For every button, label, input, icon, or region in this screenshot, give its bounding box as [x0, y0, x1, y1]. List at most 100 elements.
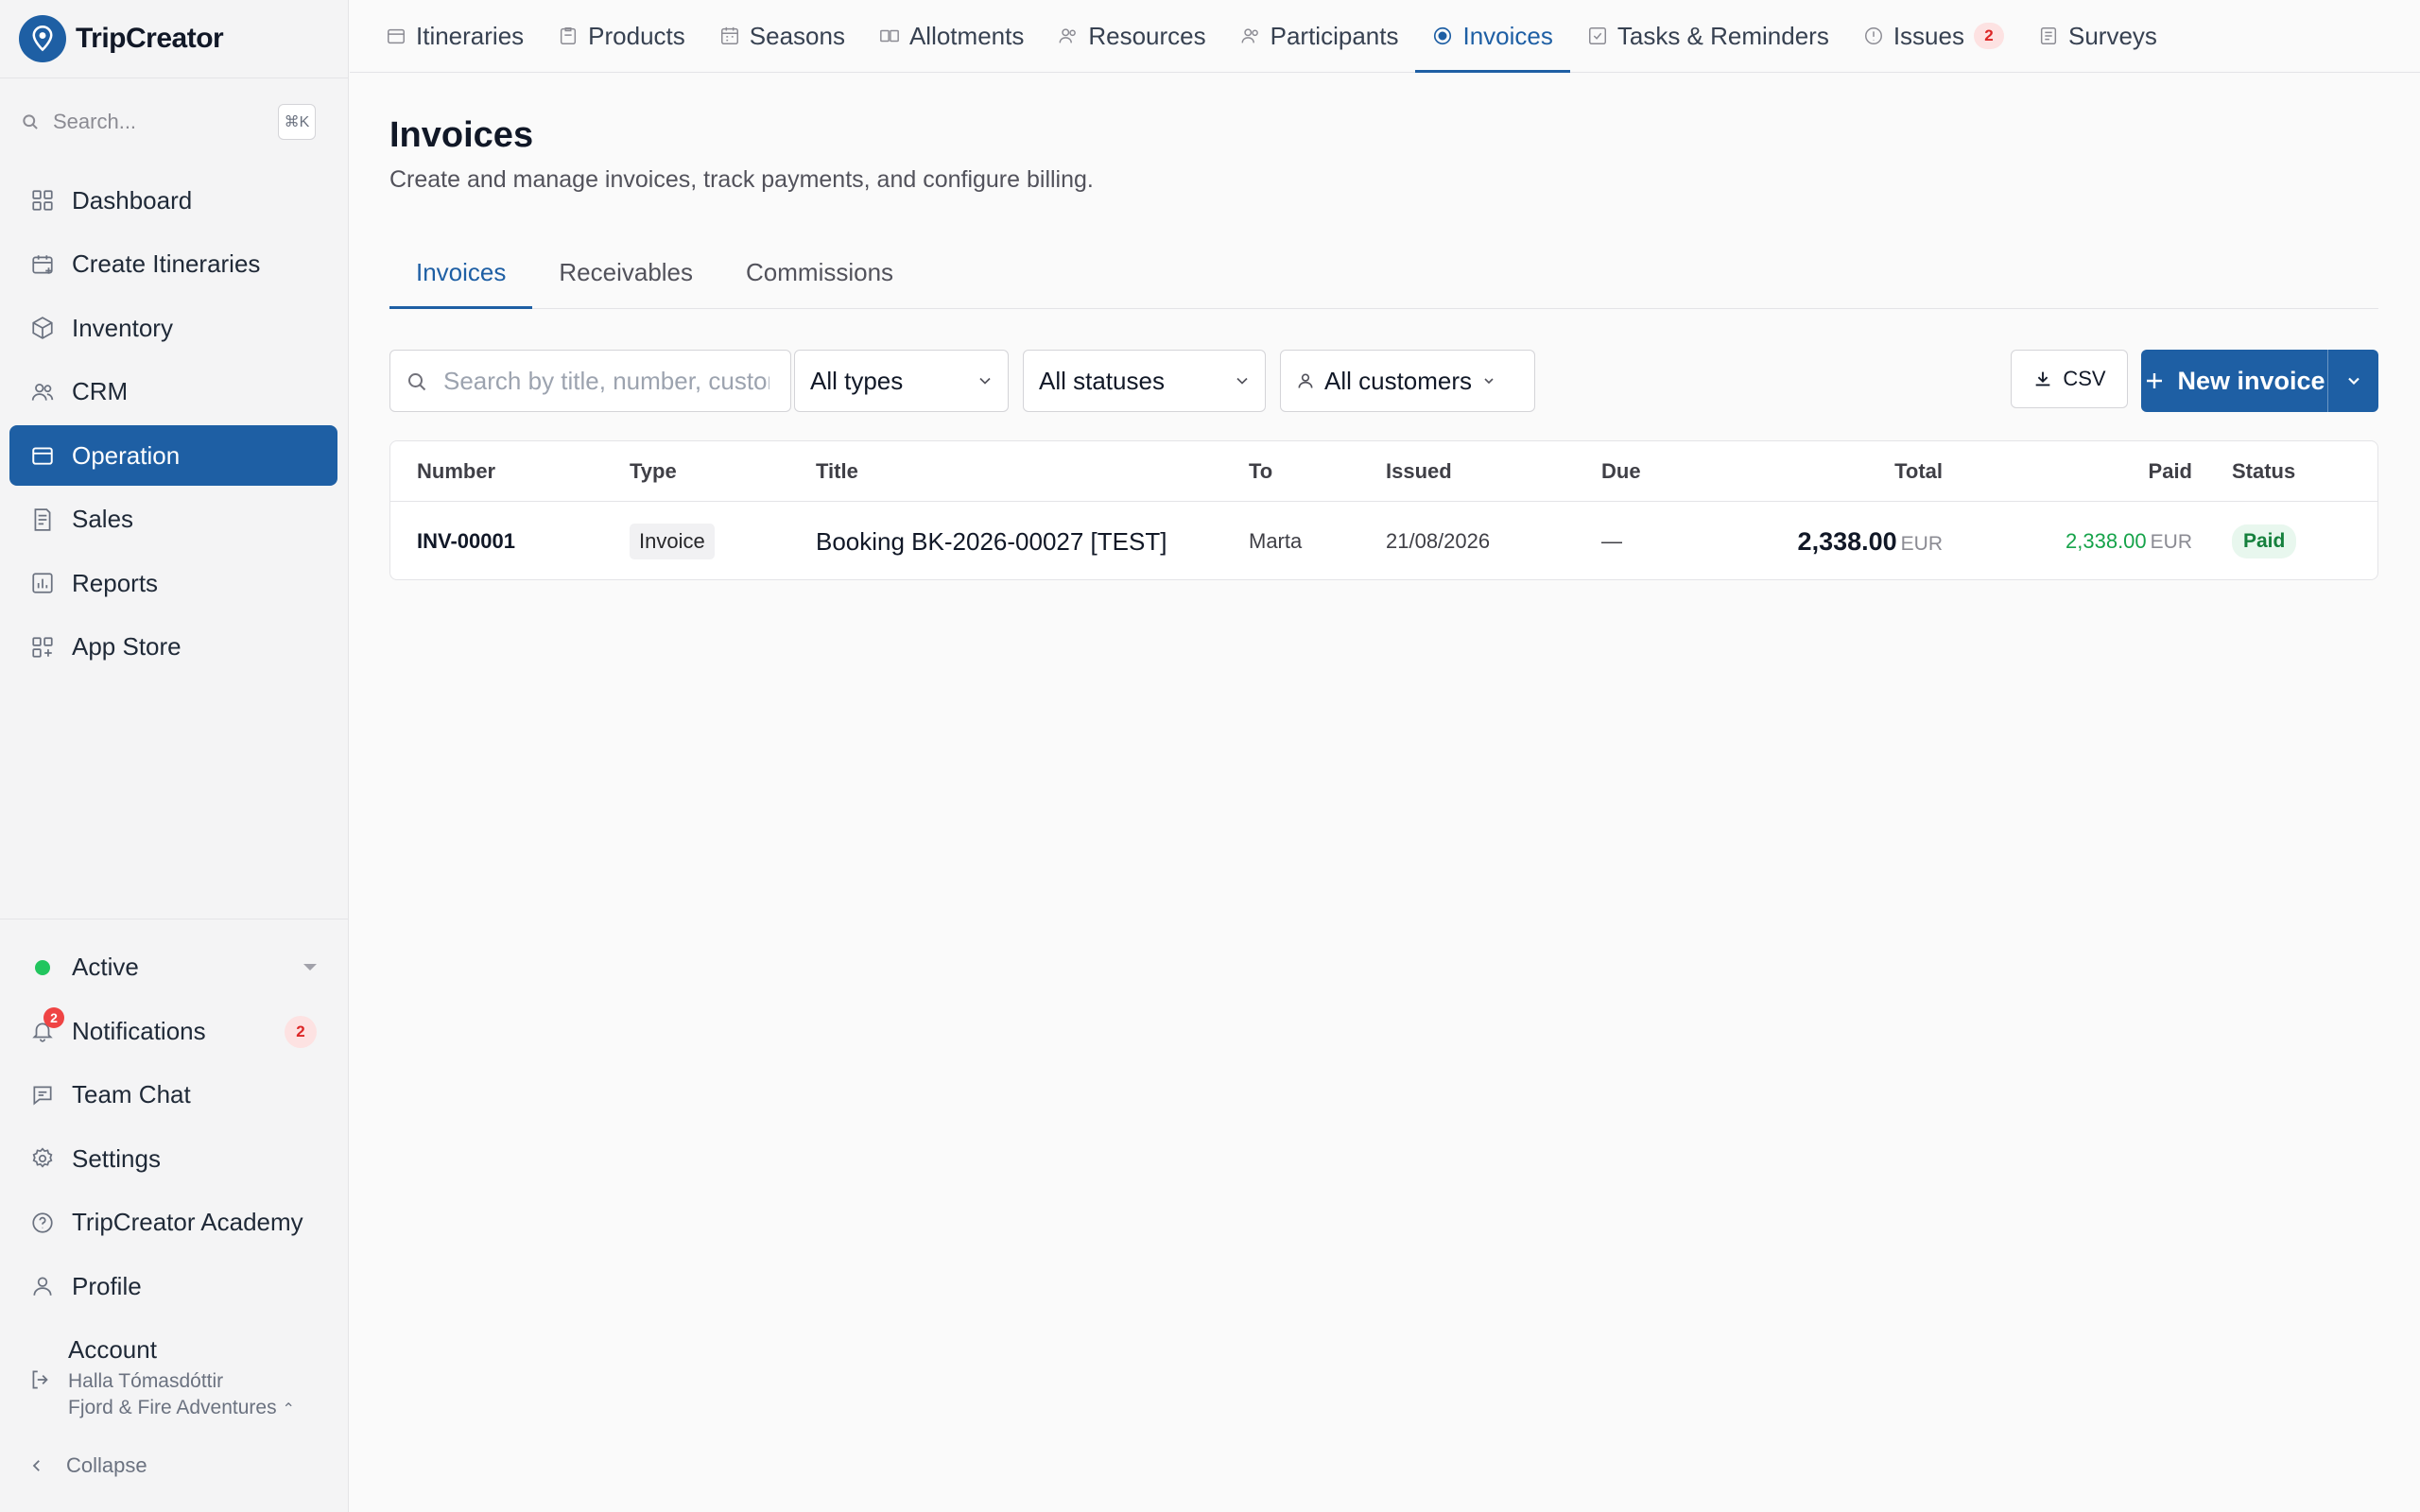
tab-itineraries[interactable]: Itineraries: [369, 0, 541, 72]
sidebar-item-reports[interactable]: Reports: [9, 553, 337, 613]
customer-filter-select[interactable]: All customers: [1280, 350, 1535, 412]
account-menu[interactable]: Account Halla Tómasdóttir Fjord & Fire A…: [28, 1335, 321, 1423]
tab-issues[interactable]: Issues 2: [1846, 0, 2021, 72]
export-csv-button[interactable]: CSV: [2011, 350, 2128, 408]
issues-count-badge: 2: [1973, 23, 2004, 49]
calendar-grid-icon: [720, 26, 738, 44]
subtab-invoices[interactable]: Invoices: [389, 236, 533, 309]
invoice-title: Booking BK-2026-00027 [TEST]: [816, 526, 1167, 556]
sidebar-item-sales[interactable]: Sales: [9, 490, 337, 550]
tab-label: Seasons: [749, 21, 845, 50]
location-pin-logo-icon: [19, 15, 66, 62]
tab-products[interactable]: Products: [541, 0, 702, 72]
sidebar-item-label: Create Itineraries: [72, 249, 261, 278]
user-icon: [28, 1272, 57, 1300]
invoice-number[interactable]: INV-00001: [417, 502, 515, 581]
people-icon: [1059, 28, 1077, 43]
sidebar-item-label: Operation: [72, 440, 181, 470]
table-row[interactable]: INV-00001 Invoice Booking BK-2026-00027 …: [390, 502, 2377, 581]
sidebar-item-profile[interactable]: Profile: [9, 1255, 337, 1319]
column-header[interactable]: Status: [2232, 441, 2295, 502]
invoice-search-field[interactable]: [389, 350, 791, 412]
currency-code: EUR: [1900, 532, 1943, 555]
invoice-toolbar: All types All statuses All customers CSV…: [389, 350, 2378, 412]
sidebar-item-settings[interactable]: Settings: [9, 1127, 337, 1192]
sidebar-item-label: TripCreator Academy: [72, 1208, 303, 1237]
subtab-commissions[interactable]: Commissions: [719, 236, 920, 308]
bar-chart-icon: [28, 569, 57, 597]
sidebar-item-label: Sales: [72, 505, 134, 533]
brand-logo[interactable]: TripCreator: [19, 15, 224, 62]
allotment-icon: [880, 29, 899, 43]
sidebar-item-notifications[interactable]: 2 Notifications 2: [9, 1000, 337, 1064]
account-company: Fjord & Fire Adventures: [68, 1397, 277, 1418]
new-invoice-label: New invoice: [2177, 366, 2325, 395]
tab-allotments[interactable]: Allotments: [862, 0, 1041, 72]
sidebar-item-label: App Store: [72, 632, 182, 661]
sidebar-item-label: Team Chat: [72, 1080, 191, 1109]
page-subtitle: Create and manage invoices, track paymen…: [389, 166, 1094, 193]
tab-seasons[interactable]: Seasons: [702, 0, 862, 72]
column-header[interactable]: Total: [1894, 441, 1943, 502]
tab-invoices[interactable]: Invoices: [1415, 0, 1571, 73]
sidebar-item-dashboard[interactable]: Dashboard: [9, 170, 337, 231]
invoice-total: 2,338.00: [1797, 526, 1897, 556]
sidebar-search[interactable]: Search... ⌘K: [21, 102, 316, 142]
caret-down-icon: [303, 964, 317, 971]
logout-icon: [28, 1367, 53, 1423]
calendar-plus-icon: [28, 250, 57, 279]
column-header[interactable]: Due: [1601, 441, 1641, 502]
column-header[interactable]: Number: [417, 441, 495, 502]
status-filter-select[interactable]: All statuses: [1023, 350, 1266, 412]
type-filter-select[interactable]: All types: [794, 350, 1009, 412]
sidebar-item-operation[interactable]: Operation: [9, 425, 337, 486]
column-header[interactable]: Title: [816, 441, 858, 502]
sidebar-bottom-nav: Active 2 Notifications 2 Team Chat Setti…: [9, 936, 337, 1318]
notification-dot-badge: 2: [43, 1007, 64, 1029]
account-company-wrap: Fjord & Fire Adventures ⌃: [68, 1395, 295, 1423]
chevron-down-icon: [1236, 377, 1248, 385]
tab-label: Surveys: [2067, 21, 2157, 50]
invoice-status-cell: Paid: [2232, 502, 2297, 581]
new-invoice-button-group: New invoice: [2141, 350, 2378, 412]
tab-label: Allotments: [908, 21, 1025, 50]
chevron-down-icon: [979, 377, 991, 385]
invoice-due-date: —: [1601, 529, 1622, 553]
people-icon: [1241, 28, 1258, 43]
invoice-type-cell: Invoice: [630, 502, 715, 581]
sidebar-item-app-store[interactable]: App Store: [9, 617, 337, 678]
new-invoice-button[interactable]: New invoice: [2141, 350, 2327, 412]
receipt-icon: [28, 506, 57, 534]
checkbox-icon: [1588, 27, 1606, 44]
status-dot-icon: [28, 954, 57, 982]
invoice-type-badge: Invoice: [630, 524, 715, 559]
sidebar-item-team-chat[interactable]: Team Chat: [9, 1063, 337, 1127]
tab-label: Resources: [1088, 21, 1206, 50]
tab-tasks-reminders[interactable]: Tasks & Reminders: [1570, 0, 1846, 72]
column-header[interactable]: Paid: [2149, 441, 2192, 502]
invoices-table: Number Type Title To Issued Due Total Pa…: [389, 440, 2378, 580]
gear-icon: [28, 1144, 57, 1173]
subtab-receivables[interactable]: Receivables: [532, 236, 719, 308]
collapse-button[interactable]: Collapse: [28, 1453, 147, 1478]
tab-label: Itineraries: [416, 21, 525, 50]
invoice-search-input[interactable]: [443, 366, 769, 396]
sidebar-item-crm[interactable]: CRM: [9, 362, 337, 422]
sidebar-nav: Dashboard Create Itineraries Inventory C…: [9, 170, 337, 680]
calendar-icon: [28, 441, 57, 470]
column-header[interactable]: Type: [630, 441, 677, 502]
tab-label: Products: [588, 21, 685, 50]
column-header[interactable]: Issued: [1386, 441, 1452, 502]
chevron-down-icon: [1484, 378, 1494, 385]
sidebar-item-academy[interactable]: TripCreator Academy: [9, 1191, 337, 1255]
sidebar-item-create-itineraries[interactable]: Create Itineraries: [9, 234, 337, 295]
tab-resources[interactable]: Resources: [1041, 0, 1222, 72]
sidebar-item-inventory[interactable]: Inventory: [9, 298, 337, 358]
tab-surveys[interactable]: Surveys: [2021, 0, 2174, 72]
new-invoice-menu-button[interactable]: [2327, 350, 2378, 412]
account-label: Account: [68, 1335, 157, 1364]
column-header[interactable]: To: [1249, 441, 1272, 502]
status-selector[interactable]: Active: [9, 936, 337, 1000]
notification-count-badge: 2: [285, 1015, 317, 1048]
tab-participants[interactable]: Participants: [1223, 0, 1416, 72]
